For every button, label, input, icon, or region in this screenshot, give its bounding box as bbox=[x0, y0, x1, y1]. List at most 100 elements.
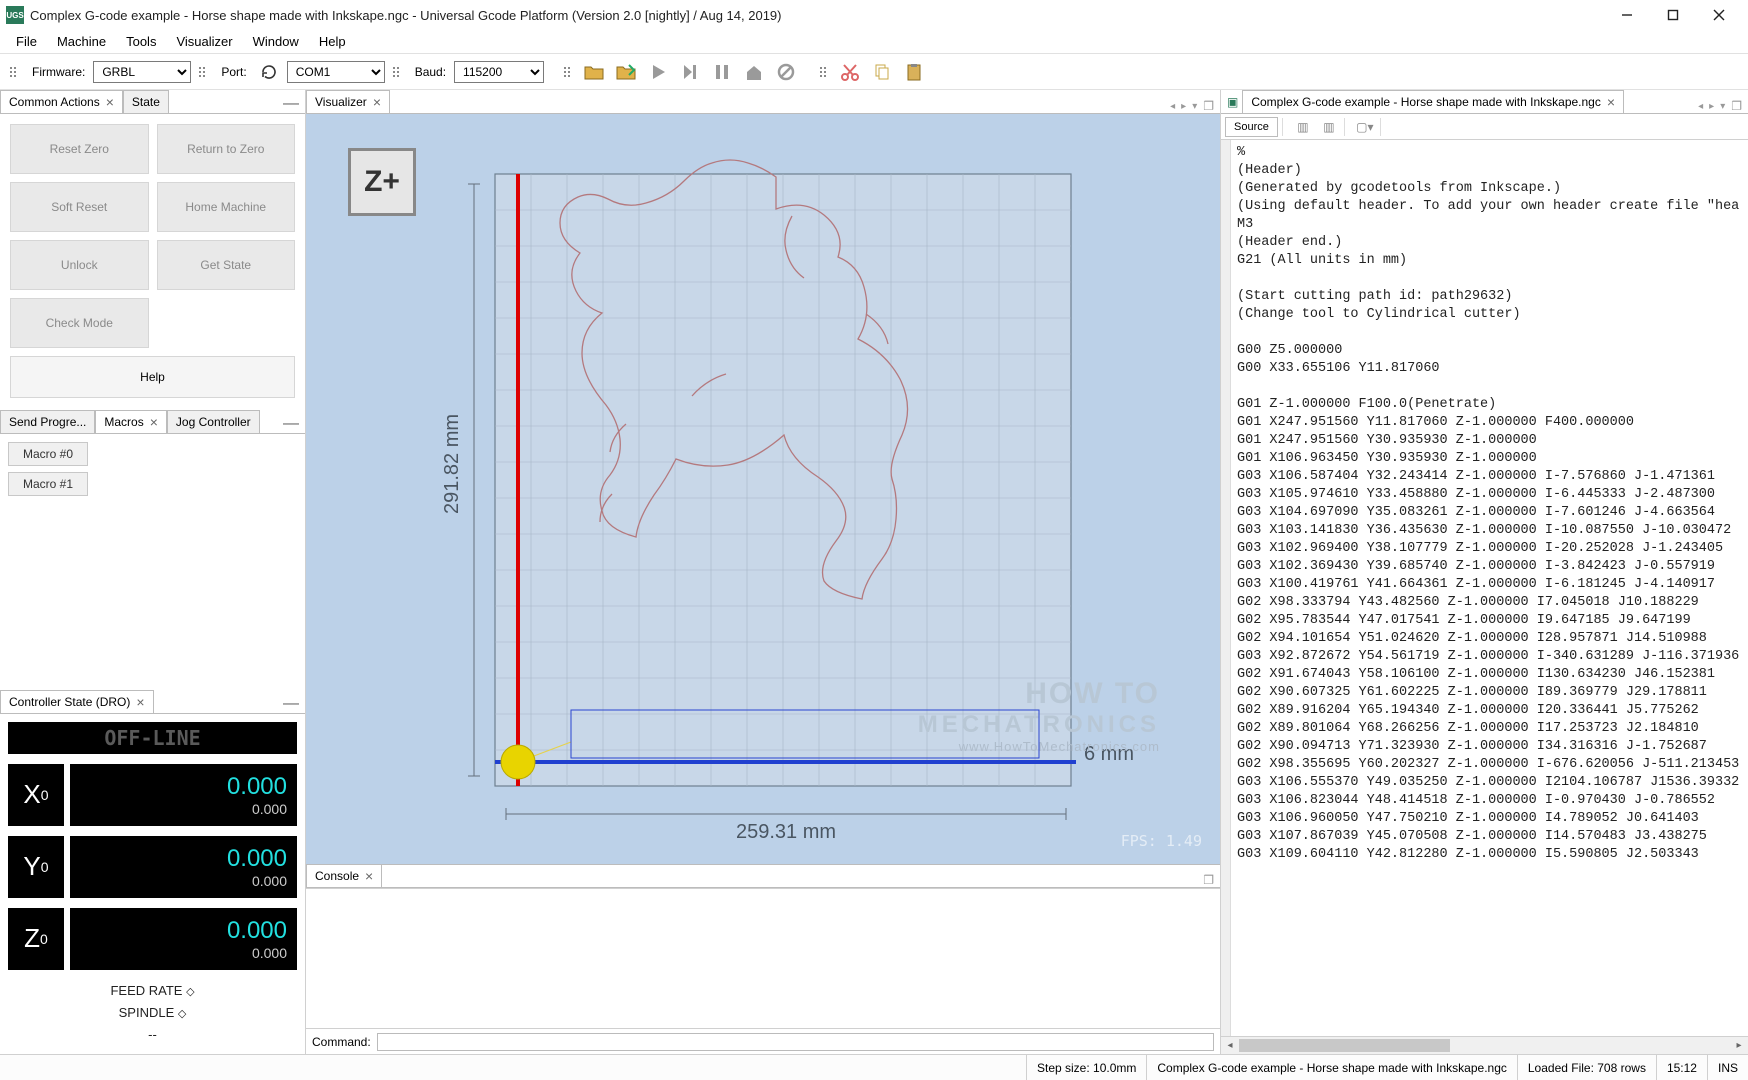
file-tabs: ▣ Complex G-code example - Horse shape m… bbox=[1221, 90, 1748, 114]
return-to-zero-button[interactable]: Return to Zero bbox=[157, 124, 296, 174]
toolbar-grip[interactable] bbox=[820, 60, 828, 84]
tab-send-progress[interactable]: Send Progre... bbox=[0, 410, 95, 433]
help-button[interactable]: Help bbox=[10, 356, 295, 398]
file-type-icon: ▣ bbox=[1227, 95, 1238, 109]
refresh-ports-icon[interactable] bbox=[255, 58, 283, 86]
dro-panel: OFF-LINE X0 0.0000.000 Y0 0.0000.000 Z0 … bbox=[0, 714, 305, 1054]
menu-tools[interactable]: Tools bbox=[116, 34, 166, 49]
source-tab-button[interactable]: Source bbox=[1225, 117, 1278, 137]
reset-zero-button[interactable]: Reset Zero bbox=[10, 124, 149, 174]
unlock-button[interactable]: Unlock bbox=[10, 240, 149, 290]
dro-footer: FEED RATE ◇ 0 SPINDLE ◇ 0 -- bbox=[8, 980, 297, 1046]
toolbar-grip[interactable] bbox=[10, 60, 18, 84]
stop-icon[interactable] bbox=[772, 58, 800, 86]
tab-common-actions[interactable]: Common Actions × bbox=[0, 90, 123, 113]
toolbar-grip[interactable] bbox=[393, 60, 401, 84]
open-file-icon[interactable] bbox=[580, 58, 608, 86]
menu-file[interactable]: File bbox=[6, 34, 47, 49]
status-loaded-rows: Loaded File: 708 rows bbox=[1517, 1055, 1656, 1080]
history-fwd-icon[interactable]: ▥ bbox=[1318, 117, 1340, 137]
scroll-left-icon[interactable]: ◂ bbox=[1221, 1037, 1239, 1054]
maximize-button[interactable] bbox=[1650, 0, 1696, 30]
nav-menu-icon[interactable]: ▾ bbox=[1720, 101, 1725, 112]
copy-icon[interactable] bbox=[868, 58, 896, 86]
close-icon[interactable]: × bbox=[150, 415, 158, 429]
soft-reset-button[interactable]: Soft Reset bbox=[10, 182, 149, 232]
toggle-icon[interactable]: ▢▾ bbox=[1354, 117, 1376, 137]
app-logo: UGS bbox=[6, 6, 24, 24]
tab-visualizer[interactable]: Visualizer × bbox=[306, 90, 390, 113]
panel-minimize-icon[interactable]: — bbox=[277, 95, 305, 113]
baud-select[interactable]: 115200 bbox=[454, 61, 544, 83]
tab-jog-controller[interactable]: Jog Controller bbox=[167, 410, 260, 433]
nav-menu-icon[interactable]: ▾ bbox=[1192, 101, 1197, 112]
file-tab[interactable]: Complex G-code example - Horse shape mad… bbox=[1242, 90, 1624, 113]
close-icon[interactable]: × bbox=[136, 695, 144, 709]
panel-minimize-icon[interactable]: — bbox=[277, 695, 305, 713]
source-toolbar: Source ▥ ▥ ▢▾ bbox=[1221, 114, 1748, 140]
paste-icon[interactable] bbox=[900, 58, 928, 86]
common-actions-panel: Reset Zero Return to Zero Soft Reset Hom… bbox=[0, 114, 305, 410]
pause-icon[interactable] bbox=[708, 58, 736, 86]
play-icon[interactable] bbox=[644, 58, 672, 86]
cut-icon[interactable] bbox=[836, 58, 864, 86]
nav-prev-icon[interactable]: ◂ bbox=[1698, 101, 1703, 112]
horizontal-scrollbar[interactable]: ◂ ▸ bbox=[1221, 1036, 1748, 1054]
close-icon[interactable]: × bbox=[365, 869, 373, 883]
width-measure: 259.31 mm bbox=[736, 821, 836, 843]
get-state-button[interactable]: Get State bbox=[157, 240, 296, 290]
skip-icon[interactable] bbox=[676, 58, 704, 86]
macro-0-button[interactable]: Macro #0 bbox=[8, 442, 88, 466]
port-select[interactable]: COM1 bbox=[287, 61, 385, 83]
minimize-button[interactable] bbox=[1604, 0, 1650, 30]
menu-machine[interactable]: Machine bbox=[47, 34, 116, 49]
menu-visualizer[interactable]: Visualizer bbox=[166, 34, 242, 49]
panel-maximize-icon[interactable]: ❐ bbox=[1203, 873, 1214, 887]
tab-console[interactable]: Console × bbox=[306, 864, 382, 887]
height-measure: 291.82 mm bbox=[441, 414, 463, 514]
firmware-select[interactable]: GRBL bbox=[93, 61, 191, 83]
tab-state[interactable]: State bbox=[123, 90, 169, 113]
tab-dro[interactable]: Controller State (DRO) × bbox=[0, 690, 154, 713]
spindle-label: SPINDLE bbox=[119, 1005, 175, 1020]
panel-maximize-icon[interactable]: ❐ bbox=[1203, 99, 1214, 113]
axis-x-label[interactable]: X0 bbox=[8, 764, 64, 826]
panel-minimize-icon[interactable]: — bbox=[277, 415, 305, 433]
history-back-icon[interactable]: ▥ bbox=[1292, 117, 1314, 137]
close-icon[interactable]: × bbox=[1607, 95, 1615, 109]
console-output[interactable] bbox=[306, 888, 1220, 1028]
command-input[interactable] bbox=[377, 1033, 1214, 1051]
status-bar: Step size: 10.0mm Complex G-code example… bbox=[0, 1054, 1748, 1080]
visualizer-svg: 291.82 mm 259.31 mm 6 mm bbox=[306, 114, 1220, 890]
scroll-thumb[interactable] bbox=[1239, 1039, 1450, 1052]
axis-y-label[interactable]: Y0 bbox=[8, 836, 64, 898]
close-icon[interactable]: × bbox=[373, 95, 381, 109]
macro-1-button[interactable]: Macro #1 bbox=[8, 472, 88, 496]
macros-panel: Macro #0 Macro #1 bbox=[0, 434, 305, 690]
gcode-source[interactable]: % (Header) (Generated by gcodetools from… bbox=[1231, 140, 1748, 1036]
axis-z-label[interactable]: Z0 bbox=[8, 908, 64, 970]
axis-y-row: Y0 0.0000.000 bbox=[8, 836, 297, 898]
panel-maximize-icon[interactable]: ❐ bbox=[1731, 99, 1742, 113]
home-machine-button[interactable]: Home Machine bbox=[157, 182, 296, 232]
fps-display: FPS: 1.49 bbox=[1121, 832, 1202, 850]
console-tabs: Console × ❐ bbox=[306, 864, 1220, 888]
nav-prev-icon[interactable]: ◂ bbox=[1170, 101, 1175, 112]
nav-next-icon[interactable]: ▸ bbox=[1709, 101, 1714, 112]
toolbar-grip[interactable] bbox=[199, 60, 207, 84]
tab-macros[interactable]: Macros × bbox=[95, 410, 167, 433]
axis-x-row: X0 0.0000.000 bbox=[8, 764, 297, 826]
close-button[interactable] bbox=[1696, 0, 1742, 30]
visualizer-canvas[interactable]: Z+ bbox=[306, 114, 1220, 864]
menu-help[interactable]: Help bbox=[309, 34, 356, 49]
save-file-icon[interactable] bbox=[612, 58, 640, 86]
scroll-right-icon[interactable]: ▸ bbox=[1730, 1037, 1748, 1054]
home-icon[interactable] bbox=[740, 58, 768, 86]
menu-window[interactable]: Window bbox=[243, 34, 309, 49]
check-mode-button[interactable]: Check Mode bbox=[10, 298, 149, 348]
toolbar-grip[interactable] bbox=[564, 60, 572, 84]
close-icon[interactable]: × bbox=[106, 95, 114, 109]
nav-next-icon[interactable]: ▸ bbox=[1181, 101, 1186, 112]
axis-x-values: 0.0000.000 bbox=[70, 764, 297, 826]
watermark: HOW TO MECHATRONICS www.HowToMechatronic… bbox=[918, 677, 1160, 754]
